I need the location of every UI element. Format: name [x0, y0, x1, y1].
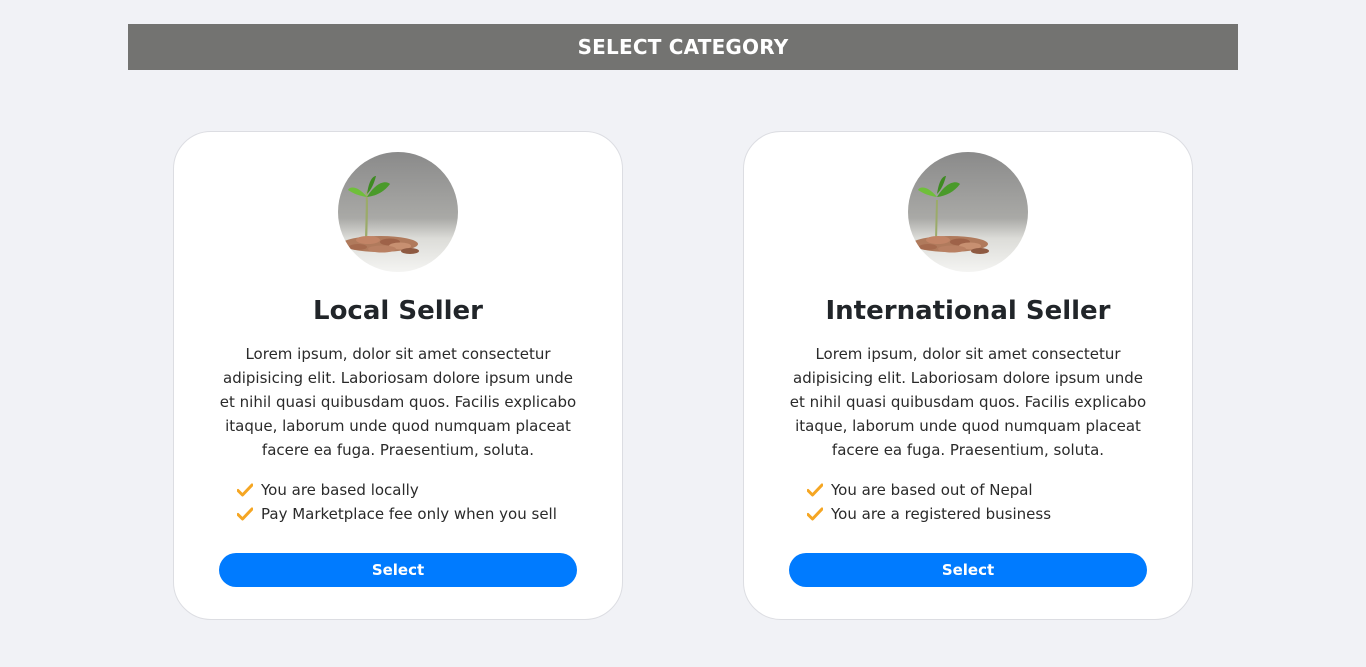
category-header: SELECT CATEGORY: [128, 24, 1238, 70]
category-card-international: International Seller Lorem ipsum, dolor …: [743, 131, 1193, 620]
plant-coins-image: [338, 152, 458, 272]
check-icon: [807, 483, 823, 497]
category-card-local: Local Seller Lorem ipsum, dolor sit amet…: [173, 131, 623, 620]
feature-label: You are based out of Nepal: [831, 481, 1033, 499]
feature-list: You are based out of Nepal You are a reg…: [744, 478, 1192, 526]
card-title: International Seller: [825, 296, 1111, 326]
feature-list: You are based locally Pay Marketplace fe…: [174, 478, 622, 526]
feature-label: Pay Marketplace fee only when you sell: [261, 505, 557, 523]
feature-label: You are a registered business: [831, 505, 1052, 523]
check-icon: [807, 507, 823, 521]
list-item: You are based out of Nepal: [807, 478, 1192, 502]
list-item: Pay Marketplace fee only when you sell: [237, 502, 622, 526]
page-title: SELECT CATEGORY: [577, 35, 789, 59]
plant-coins-image: [908, 152, 1028, 272]
card-description: Lorem ipsum, dolor sit amet consectetur …: [219, 345, 577, 459]
card-title: Local Seller: [313, 296, 483, 326]
check-icon: [237, 483, 253, 497]
card-description: Lorem ipsum, dolor sit amet consectetur …: [789, 345, 1147, 459]
select-international-seller-button[interactable]: Select: [789, 553, 1147, 587]
list-item: You are a registered business: [807, 502, 1192, 526]
list-item: You are based locally: [237, 478, 622, 502]
feature-label: You are based locally: [261, 481, 419, 499]
check-icon: [237, 507, 253, 521]
select-local-seller-button[interactable]: Select: [219, 553, 577, 587]
